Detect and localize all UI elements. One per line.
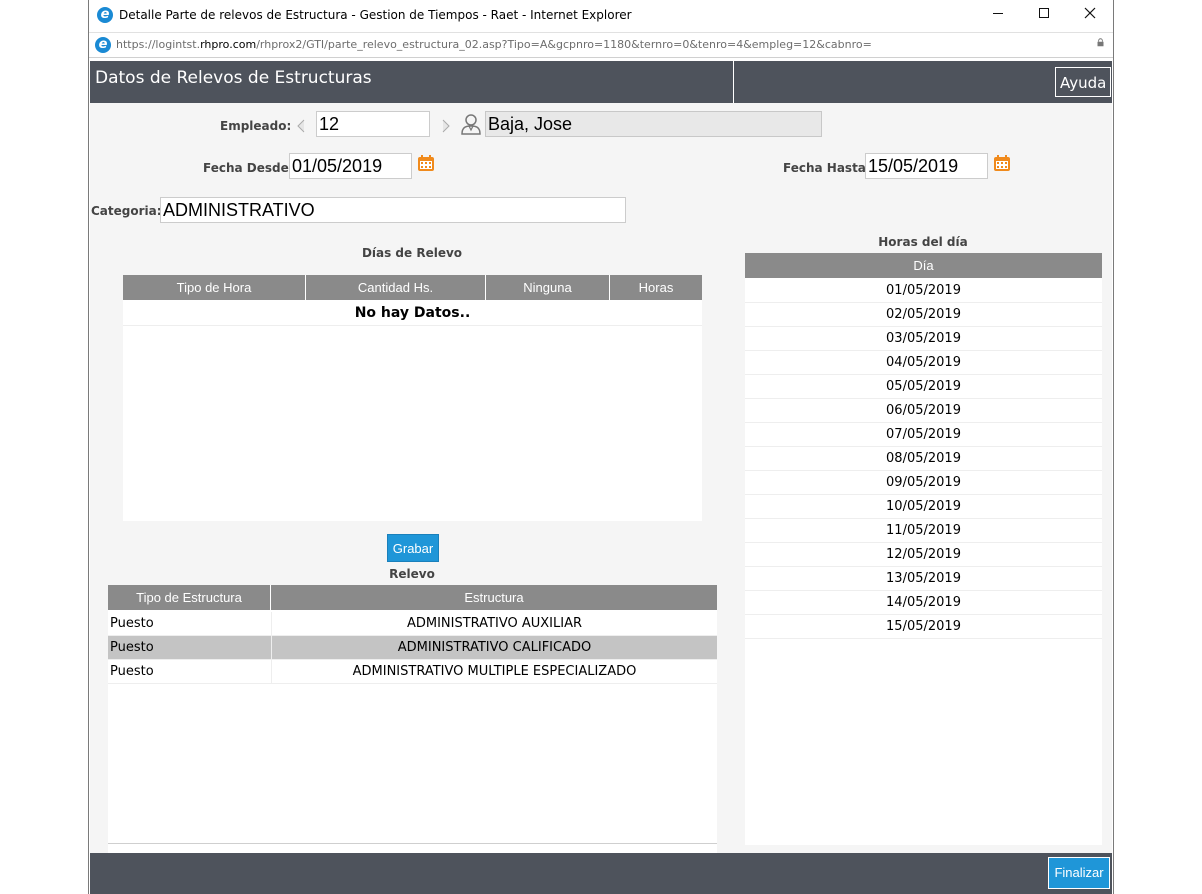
horas-dia-table: Día 01/05/2019 02/05/2019 03/05/2019 04/05/… xyxy=(745,253,1102,845)
internet-explorer-icon: e xyxy=(95,37,111,53)
column-header[interactable]: Tipo de Estructura xyxy=(108,585,271,610)
maximize-button[interactable] xyxy=(1021,0,1067,32)
relevo-header: Tipo de Estructura Estructura xyxy=(108,585,717,610)
page-title: Datos de Relevos de Estructuras xyxy=(95,68,372,88)
day-row[interactable]: 11/05/2019 xyxy=(745,519,1102,543)
bottom-scroll-edge xyxy=(108,843,717,844)
empleado-input[interactable]: 12 xyxy=(316,111,430,137)
column-header[interactable]: Estructura xyxy=(271,585,717,610)
estructura-cell: ADMINISTRATIVO AUXILIAR xyxy=(406,616,583,631)
user-icon[interactable] xyxy=(460,113,482,135)
help-button[interactable]: Ayuda xyxy=(1055,67,1112,97)
fecha-hasta-input[interactable]: 15/05/2019 xyxy=(865,153,988,179)
internet-explorer-icon: e xyxy=(97,7,113,23)
day-row[interactable]: 10/05/2019 xyxy=(745,495,1102,519)
day-row[interactable]: 08/05/2019 xyxy=(745,447,1102,471)
calendar-icon[interactable] xyxy=(993,154,1011,172)
empleado-label: Empleado: xyxy=(220,119,292,133)
day-row[interactable]: 02/05/2019 xyxy=(745,303,1102,327)
finalizar-button[interactable]: Finalizar xyxy=(1048,857,1110,889)
table-row[interactable]: Puesto ADMINISTRATIVO CALIFICADO xyxy=(108,636,717,660)
table-row[interactable]: Puesto ADMINISTRATIVO AUXILIAR xyxy=(108,612,717,636)
day-row[interactable]: 07/05/2019 xyxy=(745,423,1102,447)
categoria-label: Categoria: xyxy=(91,204,162,218)
fecha-hasta-label: Fecha Hasta: xyxy=(783,161,871,175)
tipo-estructura-cell: Puesto xyxy=(110,664,154,679)
main-content: Empleado: 12 Baja, Jose Fecha Desde: 01/… xyxy=(90,103,1112,853)
window-title: Detalle Parte de relevos de Estructura -… xyxy=(119,8,632,22)
categoria-field[interactable]: ADMINISTRATIVO xyxy=(160,197,626,223)
close-button[interactable] xyxy=(1067,0,1113,32)
table-row[interactable]: Puesto ADMINISTRATIVO MULTIPLE ESPECIALIZ… xyxy=(108,660,717,684)
empty-message: No hay Datos.. xyxy=(354,305,471,321)
column-header[interactable]: Horas xyxy=(610,275,702,300)
close-icon xyxy=(1084,7,1096,19)
horas-dia-header: Día xyxy=(745,253,1102,278)
calendar-icon[interactable] xyxy=(417,154,435,172)
url-text[interactable]: https://logintst.rhpro.com/rhprox2/GTI/p… xyxy=(116,38,872,51)
day-row[interactable]: 14/05/2019 xyxy=(745,591,1102,615)
tipo-estructura-cell: Puesto xyxy=(110,616,154,631)
grabar-button[interactable]: Grabar xyxy=(387,534,439,562)
previous-employee-icon[interactable] xyxy=(296,118,306,134)
relevo-table: Tipo de Estructura Estructura Puesto ADMI… xyxy=(108,585,717,853)
day-row[interactable]: 09/05/2019 xyxy=(745,471,1102,495)
app-header: Datos de Relevos de Estructuras Ayuda xyxy=(90,61,1112,103)
row-divider xyxy=(123,325,702,326)
url-prefix: https://logintst. xyxy=(116,38,201,51)
column-header[interactable]: Cantidad Hs. xyxy=(306,275,486,300)
day-row[interactable]: 01/05/2019 xyxy=(745,279,1102,303)
dias-relevo-header: Tipo de Hora Cantidad Hs. Ninguna Horas xyxy=(123,275,702,300)
title-bar: e Detalle Parte de relevos de Estructura… xyxy=(89,0,1113,32)
url-path: /rhprox2/GTI/parte_relevo_estructura_02.… xyxy=(256,38,872,51)
day-row[interactable]: 06/05/2019 xyxy=(745,399,1102,423)
employee-name-field: Baja, Jose xyxy=(485,111,822,137)
day-row[interactable]: 04/05/2019 xyxy=(745,351,1102,375)
footer-bar: Finalizar xyxy=(90,853,1112,894)
next-employee-icon[interactable] xyxy=(441,118,451,134)
minimize-button[interactable] xyxy=(975,0,1021,32)
fecha-desde-label: Fecha Desde: xyxy=(203,161,294,175)
column-header[interactable]: Ninguna xyxy=(486,275,610,300)
browser-window: e Detalle Parte de relevos de Estructura… xyxy=(88,0,1114,894)
url-domain: rhpro.com xyxy=(200,38,257,51)
day-row[interactable]: 03/05/2019 xyxy=(745,327,1102,351)
dias-relevo-table: Tipo de Hora Cantidad Hs. Ninguna Horas … xyxy=(123,275,702,521)
dias-relevo-title: Días de Relevo xyxy=(361,246,463,260)
column-header[interactable]: Día xyxy=(745,253,1102,278)
minimize-icon xyxy=(993,13,1003,14)
column-header[interactable]: Tipo de Hora xyxy=(123,275,306,300)
horas-dia-title: Horas del día xyxy=(878,235,968,249)
header-divider xyxy=(733,61,734,103)
tipo-estructura-cell: Puesto xyxy=(110,640,154,655)
day-row[interactable]: 15/05/2019 xyxy=(745,615,1102,639)
relevo-title: Relevo xyxy=(389,567,435,581)
maximize-icon xyxy=(1039,8,1049,18)
day-row[interactable]: 13/05/2019 xyxy=(745,567,1102,591)
estructura-cell: ADMINISTRATIVO MULTIPLE ESPECIALIZADO xyxy=(352,664,637,679)
day-row[interactable]: 12/05/2019 xyxy=(745,543,1102,567)
fecha-desde-input[interactable]: 01/05/2019 xyxy=(289,153,412,179)
estructura-cell: ADMINISTRATIVO CALIFICADO xyxy=(397,640,592,655)
lock-icon xyxy=(1097,38,1104,47)
address-bar[interactable]: e https://logintst.rhpro.com/rhprox2/GTI… xyxy=(89,32,1113,58)
day-row[interactable]: 05/05/2019 xyxy=(745,375,1102,399)
